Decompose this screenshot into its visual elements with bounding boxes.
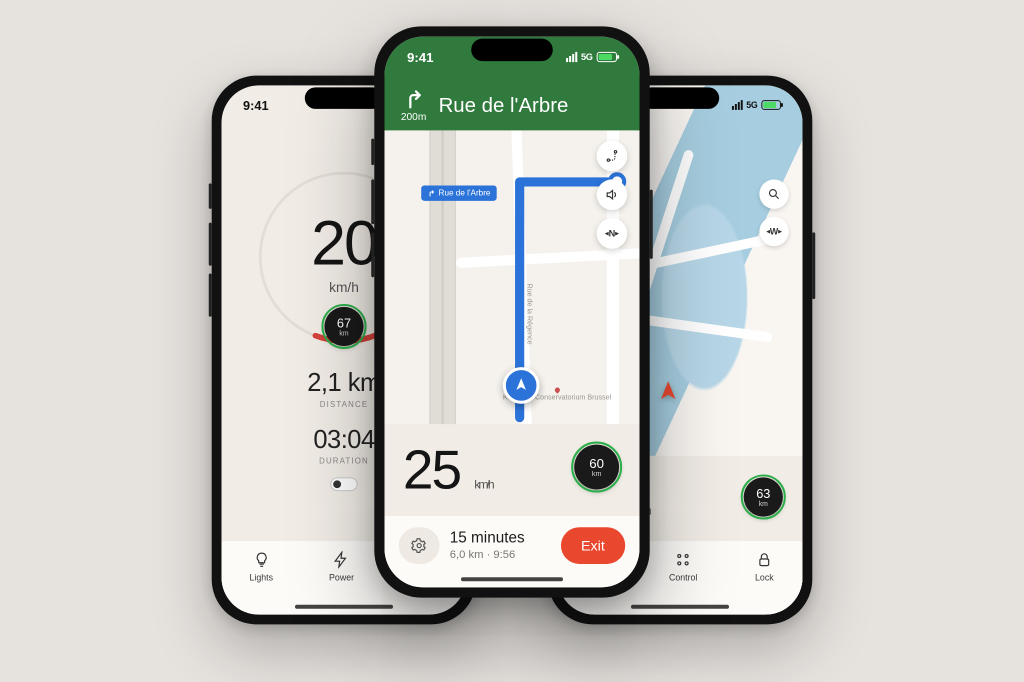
tab-power[interactable]: Power bbox=[329, 551, 354, 582]
speed-value: 25 bbox=[403, 439, 460, 500]
route-street-label: Rue de l'Arbre bbox=[421, 186, 496, 201]
signal-icon bbox=[732, 100, 743, 110]
home-indicator[interactable] bbox=[461, 577, 563, 581]
range-value: 63 bbox=[756, 487, 770, 500]
route-icon bbox=[605, 149, 619, 163]
turn-street: Rue de l'Arbre bbox=[439, 94, 569, 117]
range-value: 67 bbox=[337, 316, 351, 329]
battery-icon bbox=[761, 100, 781, 110]
turn-right-icon bbox=[402, 89, 424, 111]
turn-distance: 200m bbox=[401, 113, 427, 123]
bolt-icon bbox=[333, 551, 351, 569]
dynamic-island bbox=[305, 87, 383, 109]
product-showcase: 9:41 5G 20 km/h 67 km 2,1 bbox=[0, 0, 1024, 682]
lock-icon bbox=[756, 551, 774, 569]
range-badge[interactable]: 63 km bbox=[744, 477, 783, 516]
sound-button[interactable] bbox=[597, 179, 628, 210]
speaker-icon bbox=[605, 188, 619, 202]
tab-lock[interactable]: Lock bbox=[755, 551, 774, 582]
compass-button[interactable]: ◂N▸ bbox=[597, 218, 628, 249]
range-badge[interactable]: 60 km bbox=[574, 445, 619, 490]
tab-control[interactable]: Control bbox=[669, 551, 697, 582]
speed-unit: km/h bbox=[474, 477, 492, 491]
settings-button[interactable] bbox=[399, 527, 440, 564]
status-time: 9:41 bbox=[407, 49, 434, 64]
turn-right-mini-icon bbox=[427, 189, 435, 197]
home-indicator[interactable] bbox=[631, 605, 729, 609]
range-unit: km bbox=[592, 471, 602, 478]
search-button[interactable] bbox=[759, 179, 788, 208]
page-indicator[interactable] bbox=[330, 477, 357, 491]
range-value: 60 bbox=[589, 456, 604, 469]
lightbulb-icon bbox=[252, 551, 270, 569]
range-unit: km bbox=[759, 500, 768, 507]
tab-lights[interactable]: Lights bbox=[249, 551, 273, 582]
battery-icon bbox=[597, 52, 617, 62]
eta-duration: 15 minutes bbox=[450, 529, 551, 548]
status-time: 9:41 bbox=[243, 98, 269, 113]
location-cursor bbox=[503, 367, 540, 404]
signal-icon bbox=[566, 52, 577, 62]
exit-button[interactable]: Exit bbox=[561, 527, 626, 564]
navigation-map[interactable]: Rue de l'Arbre Rue de la Régence Koninkl… bbox=[385, 130, 640, 424]
phone-center: 9:41 5G 200m Rue de l'Arbre bbox=[374, 26, 649, 597]
range-badge[interactable]: 67 km bbox=[324, 307, 363, 346]
map-street-label: Rue de la Régence bbox=[525, 283, 532, 344]
dynamic-island bbox=[471, 39, 553, 61]
eta-detail: 6,0 km · 9:56 bbox=[450, 548, 551, 562]
eta-info[interactable]: 15 minutes 6,0 km · 9:56 bbox=[450, 529, 551, 562]
home-indicator[interactable] bbox=[295, 605, 393, 609]
gear-icon bbox=[411, 537, 427, 553]
alt-route-button[interactable] bbox=[597, 141, 628, 172]
network-label: 5G bbox=[746, 100, 757, 110]
grid-icon bbox=[674, 551, 692, 569]
search-icon bbox=[767, 187, 781, 201]
range-unit: km bbox=[339, 330, 348, 337]
dynamic-island bbox=[641, 87, 719, 109]
compass-button[interactable]: ◂W▸ bbox=[759, 217, 788, 246]
network-label: 5G bbox=[581, 52, 593, 62]
location-cursor bbox=[657, 379, 679, 405]
